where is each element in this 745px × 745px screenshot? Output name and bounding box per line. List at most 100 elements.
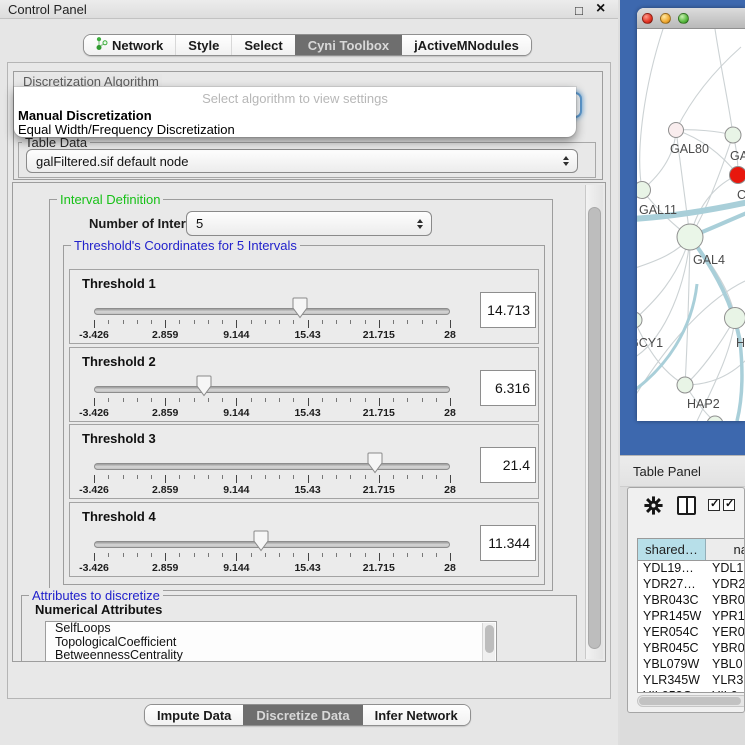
- table-row[interactable]: YDR27…YDR2: [638, 577, 745, 593]
- slider-tick: [279, 398, 280, 402]
- float-window-icon[interactable]: □: [575, 3, 583, 18]
- cell-shared-name[interactable]: YBR043C: [638, 593, 706, 609]
- algorithm-option-manual-discretization[interactable]: Manual Discretization: [18, 108, 572, 123]
- table-row[interactable]: YBL079WYBL0: [638, 657, 745, 673]
- tab-cyni-toolbox[interactable]: Cyni Toolbox: [295, 35, 401, 55]
- slider-tick: [365, 553, 366, 557]
- threshold-slider-handle[interactable]: [196, 375, 212, 397]
- slider-tick-label: 9.144: [223, 329, 249, 341]
- cell-name[interactable]: YDR2: [706, 577, 745, 593]
- attribute-item-topologicalcoefficient[interactable]: TopologicalCoefficient: [46, 636, 496, 650]
- cell-shared-name[interactable]: YDL19…: [638, 561, 706, 577]
- table-row[interactable]: YPR145WYPR1: [638, 609, 745, 625]
- scrollbar-thumb[interactable]: [639, 697, 741, 705]
- cell-shared-name[interactable]: YLR345W: [638, 673, 706, 689]
- slider-tick: [251, 320, 252, 324]
- network-node[interactable]: [637, 182, 651, 199]
- cell-name[interactable]: YER0: [706, 625, 745, 641]
- algorithm-option-equal-width-frequency-discretization[interactable]: Equal Width/Frequency Discretization: [18, 122, 572, 137]
- settings-scrollbar[interactable]: [585, 185, 603, 659]
- cell-shared-name[interactable]: YER054C: [638, 625, 706, 641]
- table-row[interactable]: YIL052CYIL0: [638, 689, 745, 693]
- attribute-item-betweennesscentrality[interactable]: BetweennessCentrality: [46, 649, 496, 662]
- table-horizontal-scrollbar[interactable]: [637, 695, 745, 707]
- scrollbar-thumb[interactable]: [588, 207, 601, 649]
- threshold-value-field[interactable]: 14.713: [480, 292, 536, 328]
- network-node[interactable]: [730, 167, 745, 184]
- tab-network[interactable]: Network: [84, 35, 175, 55]
- tab-style[interactable]: Style: [175, 35, 231, 55]
- columns-icon[interactable]: [677, 496, 696, 515]
- threshold-slider-handle[interactable]: [253, 530, 269, 552]
- threshold-value-field[interactable]: 21.4: [480, 447, 536, 483]
- threshold-slider-track[interactable]: [94, 463, 450, 470]
- cell-name[interactable]: YDL1: [706, 561, 745, 577]
- tab-select[interactable]: Select: [231, 35, 294, 55]
- network-node[interactable]: [725, 308, 745, 329]
- tab-label: Style: [188, 38, 219, 53]
- table-row[interactable]: YER054CYER0: [638, 625, 745, 641]
- cell-name[interactable]: YBL0: [706, 657, 745, 673]
- table-row[interactable]: YDL19…YDL1: [638, 561, 745, 577]
- threshold-slider-track[interactable]: [94, 308, 450, 315]
- slider-tick: [365, 398, 366, 402]
- cell-shared-name[interactable]: YBR045C: [638, 641, 706, 657]
- cell-name[interactable]: YPR1: [706, 609, 745, 625]
- cell-shared-name[interactable]: YPR145W: [638, 609, 706, 625]
- slider-tick: [265, 320, 266, 324]
- slider-tick: [422, 553, 423, 557]
- tab-jactivemnodules[interactable]: jActiveMNodules: [401, 35, 531, 55]
- combo-stepper-icon: [559, 156, 573, 166]
- network-node[interactable]: [677, 377, 693, 393]
- cell-name[interactable]: YIL0: [706, 689, 745, 693]
- gear-icon[interactable]: [644, 496, 663, 518]
- cell-name[interactable]: YBR0: [706, 593, 745, 609]
- table-data-combo[interactable]: galFiltered.sif default node: [26, 149, 578, 173]
- threshold-panel-2: Threshold 2-3.4262.8599.14415.4321.71528…: [69, 347, 539, 422]
- table-row[interactable]: YBR043CYBR0: [638, 593, 745, 609]
- slider-tick: [436, 398, 437, 402]
- close-icon[interactable]: ×: [596, 0, 605, 18]
- slider-tick-label: 15.43: [294, 562, 320, 574]
- network-icon: [96, 36, 108, 54]
- threshold-value-field[interactable]: 6.316: [480, 370, 536, 406]
- network-node[interactable]: [677, 224, 703, 250]
- bottom-tab-discretize-data[interactable]: Discretize Data: [243, 705, 361, 725]
- cell-name[interactable]: YBR0: [706, 641, 745, 657]
- slider-tick: [251, 475, 252, 479]
- slider-tick: [407, 398, 408, 402]
- checkbox-checked-icon[interactable]: ✓: [723, 499, 735, 511]
- column-header-name[interactable]: na: [706, 539, 745, 560]
- table-row[interactable]: YLR345WYLR3: [638, 673, 745, 689]
- column-header-shared-name[interactable]: shared…: [638, 539, 706, 560]
- bottom-tab-impute-data[interactable]: Impute Data: [145, 705, 243, 725]
- zoom-traffic-light-icon[interactable]: [678, 13, 689, 24]
- number-of-intervals-combo[interactable]: 5: [186, 211, 432, 236]
- table-row[interactable]: YBR045CYBR0: [638, 641, 745, 657]
- threshold-slider-track[interactable]: [94, 386, 450, 393]
- slider-tick: [194, 320, 195, 324]
- slider-tick: [151, 320, 152, 324]
- checkbox-checked-icon[interactable]: ✓: [708, 499, 720, 511]
- threshold-slider-track[interactable]: [94, 541, 450, 548]
- threshold-value-field[interactable]: 11.344: [480, 525, 536, 561]
- slider-tick: [123, 398, 124, 402]
- bottom-tab-infer-network[interactable]: Infer Network: [362, 705, 470, 725]
- attributes-list-scrollbar[interactable]: [482, 623, 495, 662]
- cell-name[interactable]: YLR3: [706, 673, 745, 689]
- close-traffic-light-icon[interactable]: [642, 13, 653, 24]
- attribute-item-selfloops[interactable]: SelfLoops: [46, 622, 496, 636]
- threshold-slider-handle[interactable]: [292, 297, 308, 319]
- numerical-attributes-list[interactable]: SelfLoopsTopologicalCoefficientBetweenne…: [45, 621, 497, 662]
- cell-shared-name[interactable]: YDR27…: [638, 577, 706, 593]
- cell-shared-name[interactable]: YBL079W: [638, 657, 706, 673]
- network-svg: GAL80GACGAL11GAL4GCY1HHAP2: [637, 29, 745, 421]
- threshold-slider-handle[interactable]: [367, 452, 383, 474]
- scrollbar-thumb[interactable]: [485, 625, 494, 653]
- network-node[interactable]: [669, 123, 684, 138]
- cell-shared-name[interactable]: YIL052C: [638, 689, 706, 693]
- table-rows: YDL19…YDL1YDR27…YDR2YBR043CYBR0YPR145WYP…: [638, 561, 745, 693]
- minimize-traffic-light-icon[interactable]: [660, 13, 671, 24]
- network-canvas[interactable]: GAL80GACGAL11GAL4GCY1HHAP2: [637, 29, 745, 421]
- network-node[interactable]: [725, 127, 741, 143]
